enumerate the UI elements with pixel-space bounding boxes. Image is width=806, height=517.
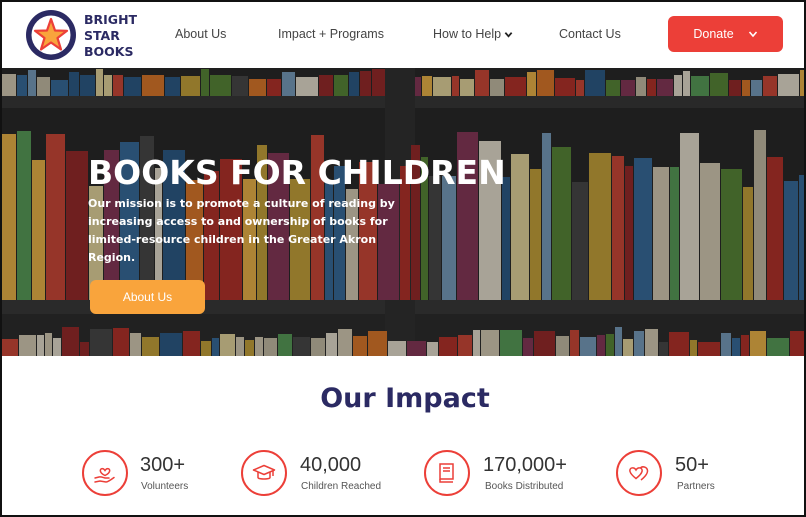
donate-label: Donate — [693, 27, 734, 41]
stat-value: 170,000+ — [483, 454, 567, 476]
logo-star-icon[interactable] — [24, 8, 78, 62]
nav-how-to-help-label: How to Help — [433, 27, 502, 41]
logo-line-3: BOOKS — [84, 44, 134, 59]
chevron-down-icon — [504, 32, 513, 38]
stat-value: 40,000 — [300, 454, 362, 476]
chevron-down-icon — [748, 31, 757, 38]
impact-heading: Our Impact — [320, 383, 490, 414]
book-icon — [424, 450, 470, 496]
hero-mission-text: Our mission is to promote a culture of r… — [88, 197, 395, 264]
nav-how-to-help[interactable]: How to Help — [433, 27, 513, 41]
hero-banner: BOOKS FOR CHILDREN Our mission is to pro… — [2, 68, 804, 356]
graduation-cap-icon — [241, 450, 287, 496]
logo-wordmark[interactable]: BRIGHT STAR BOOKS — [84, 12, 154, 60]
hearts-icon — [616, 450, 662, 496]
volunteer-hand-heart-icon — [82, 450, 128, 496]
nav-contact-us[interactable]: Contact Us — [559, 27, 621, 41]
stat-value: 50+ — [675, 454, 709, 476]
site-header: BRIGHT STAR BOOKS About Us Impact + Prog… — [2, 2, 804, 68]
stat-label: Volunteers — [141, 481, 189, 492]
hero-about-us-button[interactable]: About Us — [90, 280, 205, 314]
page-frame: BRIGHT STAR BOOKS About Us Impact + Prog… — [0, 0, 806, 517]
nav-about-us[interactable]: About Us — [175, 27, 226, 41]
stat-label: Partners — [677, 481, 715, 492]
stat-volunteers: 300+ Volunteers — [82, 450, 212, 498]
stat-label: Children Reached — [301, 481, 382, 492]
nav-impact-programs[interactable]: Impact + Programs — [278, 27, 384, 41]
stat-value: 300+ — [140, 454, 186, 476]
donate-button[interactable]: Donate — [668, 16, 783, 52]
stat-books-distributed: 170,000+ Books Distributed — [424, 450, 584, 498]
hero-title: BOOKS FOR CHILDREN — [88, 153, 506, 192]
stat-partners: 50+ Partners — [616, 450, 746, 498]
logo-line-1: BRIGHT — [84, 12, 138, 27]
stat-children-reached: 40,000 Children Reached — [241, 450, 401, 498]
logo-line-2: STAR — [84, 28, 120, 43]
stat-label: Books Distributed — [485, 481, 564, 492]
